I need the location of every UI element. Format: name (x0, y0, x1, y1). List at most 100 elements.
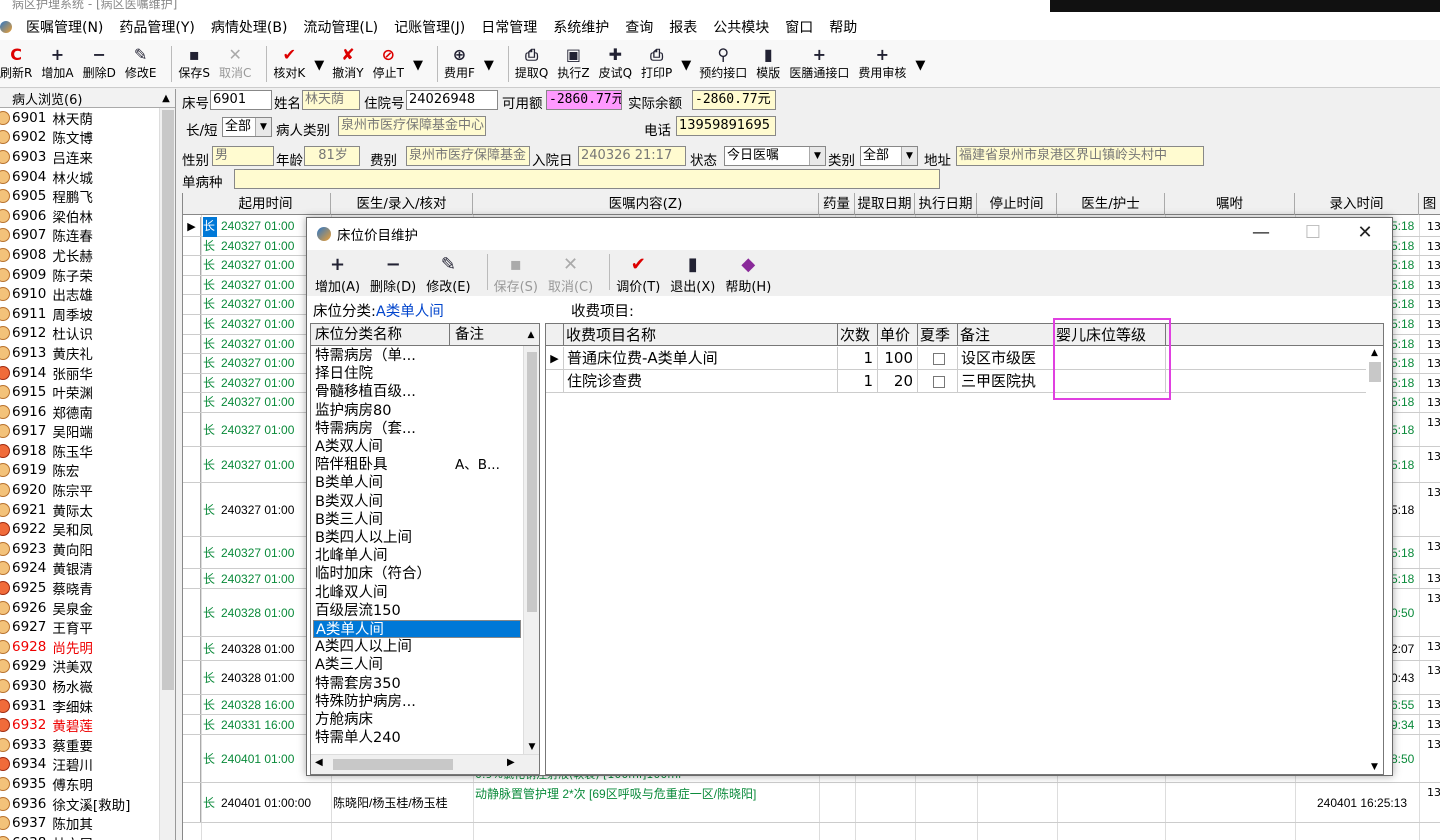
fee-column-header[interactable]: 单价 (878, 324, 918, 346)
category-item[interactable]: 特需病房（单... (313, 347, 521, 365)
patient-item[interactable]: 6918 陈玉华 (0, 441, 175, 461)
patient-item[interactable]: 6919 陈宏 (0, 461, 175, 480)
category-item[interactable]: A类单人间 (313, 620, 521, 639)
patient-item[interactable]: 6929 洪美双 (0, 657, 175, 676)
category-item[interactable]: 陪伴租卧具 A、B... (313, 456, 521, 474)
col-category-name[interactable]: 床位分类名称 (311, 324, 450, 346)
menu-item-5[interactable]: 日常管理 (473, 17, 545, 37)
patient-item[interactable]: 6902 陈文博 (0, 128, 175, 147)
menu-item-0[interactable]: 医嘱管理(N) (18, 17, 111, 37)
category-item[interactable]: 北峰单人间 (313, 547, 521, 565)
term-select[interactable]: 全部 ▼ (222, 117, 272, 137)
category-vertical-scrollbar[interactable]: ▼ (523, 346, 539, 754)
close-button[interactable]: ✕ (1339, 218, 1391, 250)
toolbar-button-10[interactable]: ⎙ 提取Q (515, 46, 548, 86)
category-item[interactable]: 择日住院 (313, 365, 521, 383)
patient-item[interactable]: 6934 汪碧川 (0, 755, 175, 774)
menu-item-2[interactable]: 病情处理(B) (203, 17, 296, 37)
toolbar-button-12[interactable]: ✚ 皮试Q (599, 46, 632, 86)
toolbar-button-7[interactable]: ✘ 撤消Y (332, 46, 363, 86)
category-item[interactable]: 临时加床（符合） (313, 565, 521, 583)
patient-item[interactable]: 6925 蔡晓青 (0, 578, 175, 598)
patient-item[interactable]: 6908 尤长赫 (0, 245, 175, 265)
category-item[interactable]: A类四人以上间 (313, 638, 521, 656)
patient-item[interactable]: 6935 傅东明 (0, 774, 175, 794)
col-category-remark[interactable]: 备注 (451, 324, 523, 346)
menu-item-1[interactable]: 药品管理(Y) (111, 17, 202, 37)
bed-field[interactable]: 6901 (210, 90, 272, 110)
fee-price[interactable]: 20 (878, 370, 918, 393)
category-item[interactable]: B类单人间 (313, 474, 521, 492)
toolbar-button-17[interactable]: + 费用审核 (858, 46, 906, 86)
fee-type-field[interactable]: 泉州市医疗保障基金 (406, 146, 530, 166)
address-field[interactable]: 福建省泉州市泉港区界山镇岭头村中 (956, 146, 1204, 166)
menu-item-7[interactable]: 查询 (617, 17, 661, 37)
dialog-toolbar-button-6[interactable]: ▮ 退出(X) (670, 254, 715, 295)
category-item[interactable]: B类三人间 (313, 511, 521, 529)
fee-row[interactable]: ▶ 普通床位费-A类单人间 1 100 设区市级医 (546, 347, 1372, 370)
patient-item[interactable]: 6917 吴阳端 (0, 422, 175, 441)
patient-item[interactable]: 6921 黄际太 (0, 500, 175, 520)
patient-item[interactable]: 6911 周季坡 (0, 304, 175, 324)
column-header[interactable]: 提取日期 (855, 193, 915, 215)
patient-list-scrollbar[interactable] (159, 108, 175, 840)
scrollbar-thumb[interactable] (162, 110, 174, 690)
fee-times[interactable]: 1 (838, 347, 878, 370)
menu-item-6[interactable]: 系统维护 (545, 17, 617, 37)
scroll-up-icon[interactable]: ▲ (523, 324, 539, 346)
chevron-down-icon[interactable]: ▼ (681, 58, 691, 73)
menu-item-11[interactable]: 帮助 (821, 17, 865, 37)
column-header[interactable]: 医嘱内容(Z) (473, 193, 819, 215)
toolbar-button-14[interactable]: ⚲ 预约接口 (699, 46, 747, 86)
patient-item[interactable]: 6910 出志雄 (0, 284, 175, 304)
dialog-toolbar-button-3[interactable]: ▪ 保存(S) (494, 254, 538, 295)
category-item[interactable]: 特需病房（套... (313, 420, 521, 438)
category-horizontal-scrollbar[interactable]: ◀ ▶ (311, 754, 539, 774)
patient-item[interactable]: 6932 黄碧莲 (0, 715, 175, 735)
menu-item-8[interactable]: 报表 (661, 17, 705, 37)
column-header[interactable]: 医生/护士 (1057, 193, 1165, 215)
column-header[interactable]: 医生/录入/核对 (331, 193, 473, 215)
patient-item[interactable]: 6905 程鹏飞 (0, 186, 175, 206)
patient-item[interactable]: 6926 吴泉金 (0, 598, 175, 618)
patient-item[interactable]: 6933 蔡重要 (0, 735, 175, 755)
age-field[interactable]: 81岁 (304, 146, 360, 166)
category-select[interactable]: 全部 ▼ (860, 146, 918, 166)
patient-item[interactable]: 6903 吕连来 (0, 147, 175, 167)
patient-item[interactable]: 6915 叶荣渊 (0, 382, 175, 402)
column-header[interactable]: 嘱咐 (1165, 193, 1295, 215)
patient-item[interactable]: 6912 杜认识 (0, 324, 175, 343)
category-item[interactable]: A类三人间 (313, 656, 521, 674)
category-item[interactable]: 特需单人240 (313, 729, 521, 747)
patient-item[interactable]: 6907 陈连春 (0, 226, 175, 245)
patient-item[interactable]: 6930 杨水嶶 (0, 676, 175, 696)
category-item[interactable]: 百级层流150 (313, 602, 521, 620)
single-disease-field[interactable] (234, 169, 940, 189)
fee-remark[interactable]: 三甲医院执 (958, 370, 1054, 393)
toolbar-button-0[interactable]: C 刷新R (0, 46, 32, 86)
dialog-toolbar-button-2[interactable]: ✎ 修改(E) (426, 254, 470, 295)
table-row[interactable]: 长 240401 01:00:00 陈晓阳/杨玉桂/杨玉桂 动静脉置管护理 2*次 [… (183, 783, 1440, 823)
scroll-right-icon[interactable]: ▶ (507, 757, 515, 768)
toolbar-button-3[interactable]: ✎ 修改E (125, 46, 157, 86)
patient-type-field[interactable]: 泉州市医疗保障基金中心 (338, 116, 486, 136)
fee-column-header[interactable]: 收费项目名称 (564, 324, 838, 346)
minimize-button[interactable]: — (1235, 218, 1287, 250)
scrollbar-thumb[interactable] (1369, 362, 1381, 382)
category-item[interactable]: 特需套房350 (313, 675, 521, 693)
category-item[interactable]: 监护病房80 (313, 402, 521, 420)
toolbar-button-16[interactable]: + 医膳通接口 (789, 46, 849, 86)
gender-field[interactable]: 男 (212, 146, 274, 166)
status-select[interactable]: 今日医嘱 ▼ (724, 146, 826, 166)
admit-date-field[interactable]: 240326 21:17 (578, 146, 686, 166)
column-header[interactable]: 起用时间 (201, 193, 331, 215)
dialog-toolbar-button-5[interactable]: ✔ 调价(T) (616, 254, 660, 295)
maximize-button[interactable]: ☐ (1287, 218, 1339, 250)
menu-item-3[interactable]: 流动管理(L) (295, 17, 386, 37)
fee-price[interactable]: 100 (878, 347, 918, 370)
menu-item-9[interactable]: 公共模块 (705, 17, 777, 37)
actual-balance-field[interactable]: -2860.77元 (692, 90, 776, 110)
category-item[interactable]: 北峰双人间 (313, 584, 521, 602)
dialog-toolbar-button-1[interactable]: − 删除(D) (370, 254, 416, 295)
patient-item[interactable]: 6901 林天荫 (0, 108, 175, 128)
